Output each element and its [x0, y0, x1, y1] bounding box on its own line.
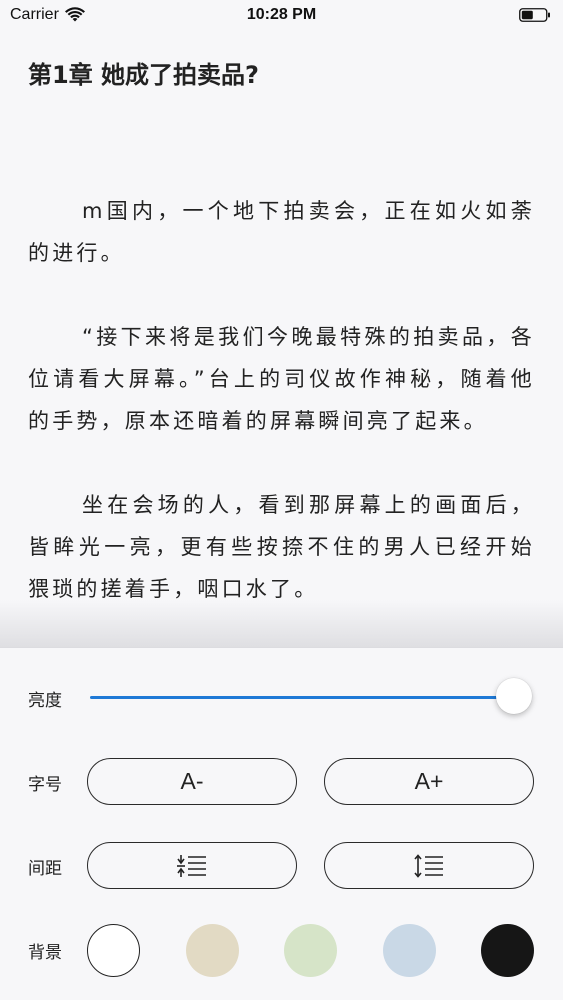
line-spacing-increase-icon — [414, 853, 443, 878]
background-swatch-blue[interactable] — [383, 924, 436, 977]
battery-icon — [519, 8, 550, 22]
font-size-label: 字号 — [28, 775, 62, 795]
brightness-slider-thumb[interactable] — [496, 678, 532, 714]
reader-screen: Carrier 10:28 PM 第1章 她成了拍卖品? m国内，一个地下拍卖会… — [0, 0, 563, 1000]
font-size-decrease-button[interactable]: A- — [87, 758, 297, 805]
line-spacing-decrease-icon — [177, 854, 206, 877]
background-swatch-green[interactable] — [284, 924, 337, 977]
paragraph: “接下来将是我们今晚最特殊的拍卖品，各位请看大屏幕。”台上的司仪故作神秘，随着他… — [28, 325, 535, 433]
spacing-decrease-button[interactable] — [87, 842, 297, 889]
wifi-icon — [64, 7, 85, 22]
paragraph: 坐在会场的人，看到那屏幕上的画面后，皆眸光一亮，更有些按捺不住的男人已经开始猥琐… — [28, 493, 535, 601]
background-swatch-beige[interactable] — [186, 924, 239, 977]
chapter-title: 第1章 她成了拍卖品? — [28, 61, 259, 89]
reading-settings-panel: 亮度 字号 A- A+ 间距 背景 — [0, 647, 563, 1000]
background-swatch-white[interactable] — [87, 924, 140, 977]
background-swatch-black[interactable] — [481, 924, 534, 977]
reading-content[interactable]: 第1章 她成了拍卖品? m国内，一个地下拍卖会，正在如火如荼的进行。 “接下来将… — [0, 30, 563, 650]
brightness-slider-track[interactable] — [90, 696, 514, 699]
carrier-label: Carrier — [10, 6, 59, 23]
font-size-decrease-label: A- — [180, 768, 204, 794]
spacing-label: 间距 — [28, 859, 62, 879]
brightness-label: 亮度 — [28, 691, 62, 711]
font-size-increase-button[interactable]: A+ — [324, 758, 534, 805]
font-size-increase-label: A+ — [414, 768, 444, 794]
status-left: Carrier — [10, 6, 85, 24]
paragraph: m国内，一个地下拍卖会，正在如火如荼的进行。 — [28, 199, 535, 265]
spacing-increase-button[interactable] — [324, 842, 534, 889]
status-bar: Carrier 10:28 PM — [0, 0, 563, 30]
background-label: 背景 — [28, 943, 62, 963]
